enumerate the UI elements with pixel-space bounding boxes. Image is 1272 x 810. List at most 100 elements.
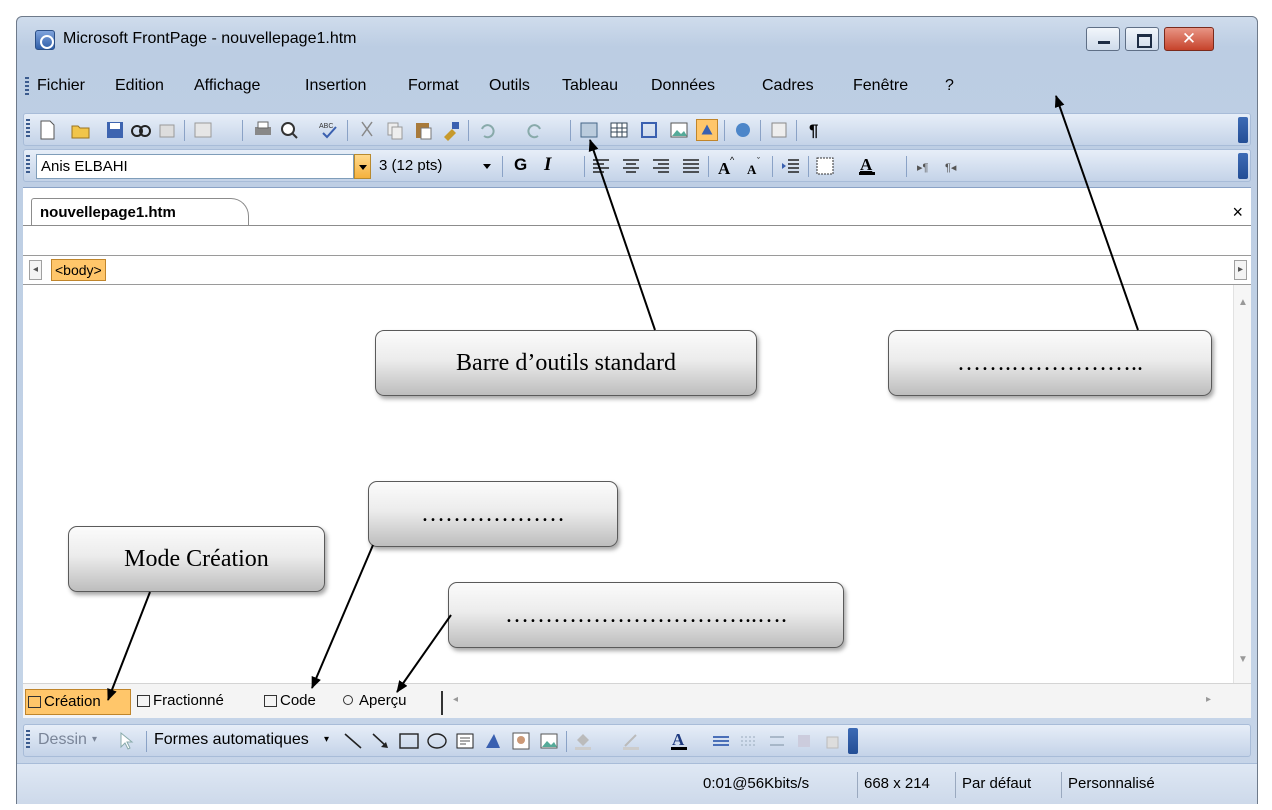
hyperlink-icon[interactable] xyxy=(732,119,754,141)
spelling-icon[interactable]: ABC xyxy=(318,119,340,141)
view-split-tab[interactable]: Fractionné xyxy=(135,689,224,715)
font-color-icon[interactable]: A xyxy=(668,730,690,752)
open-folder-icon[interactable] xyxy=(70,119,92,141)
ltr-direction-icon[interactable]: ▸¶ xyxy=(914,155,936,177)
status-compat-mode[interactable]: Personnalisé xyxy=(1061,772,1161,798)
font-size-dropdown-button[interactable] xyxy=(479,154,496,179)
picture-icon[interactable] xyxy=(538,730,560,752)
toolbar-options-icon[interactable] xyxy=(1238,117,1248,143)
scroll-left-icon[interactable]: ◂ xyxy=(453,694,458,705)
menu-insertion[interactable]: Insertion xyxy=(305,77,366,95)
rectangle-icon[interactable] xyxy=(398,730,420,752)
document-tab[interactable]: nouvellepage1.htm xyxy=(31,198,249,226)
format-painter-icon[interactable] xyxy=(440,119,462,141)
tag-scroll-left-icon[interactable]: ◂ xyxy=(29,260,42,280)
shadow-style-icon[interactable] xyxy=(794,730,816,752)
justify-icon[interactable] xyxy=(680,155,702,177)
menu-donnees[interactable]: Données xyxy=(651,77,715,95)
cut-icon[interactable] xyxy=(356,119,378,141)
menu-affichage[interactable]: Affichage xyxy=(194,77,260,95)
paste-icon[interactable] xyxy=(412,119,434,141)
menu-tableau[interactable]: Tableau xyxy=(562,77,618,95)
save-icon[interactable] xyxy=(104,119,126,141)
textbox-icon[interactable] xyxy=(454,730,476,752)
line-icon[interactable] xyxy=(342,730,364,752)
menu-fenetre[interactable]: Fenêtre xyxy=(853,77,908,95)
view-preview-tab[interactable]: Aperçu xyxy=(341,689,407,715)
menu-cadres[interactable]: Cadres xyxy=(762,77,814,95)
folder-list-icon[interactable] xyxy=(192,119,214,141)
align-right-icon[interactable] xyxy=(650,155,672,177)
3d-style-icon[interactable] xyxy=(822,730,844,752)
insert-table-icon[interactable] xyxy=(608,119,630,141)
scroll-up-icon[interactable]: ▲ xyxy=(1238,297,1248,308)
toolbar-options-icon[interactable] xyxy=(1238,153,1248,179)
bold-button[interactable]: G xyxy=(514,155,527,175)
draw-menu-button[interactable]: Dessin xyxy=(38,731,87,749)
search-icon[interactable] xyxy=(130,119,152,141)
decrease-font-icon[interactable]: Aˇ xyxy=(744,155,766,177)
font-name-dropdown-button[interactable] xyxy=(354,154,371,179)
publish-icon[interactable] xyxy=(156,119,178,141)
font-name-field[interactable]: Anis ELBAHI xyxy=(36,154,354,179)
toolbar-grip[interactable] xyxy=(26,730,30,750)
toolbar-options-icon[interactable] xyxy=(848,728,858,754)
dash-style-icon[interactable] xyxy=(738,730,760,752)
insert-layer-icon[interactable] xyxy=(638,119,660,141)
close-document-icon[interactable]: × xyxy=(1232,202,1243,223)
align-center-icon[interactable] xyxy=(620,155,642,177)
copy-icon[interactable] xyxy=(384,119,406,141)
menu-edition[interactable]: Edition xyxy=(115,77,164,95)
maximize-button[interactable] xyxy=(1125,27,1159,51)
fill-color-icon[interactable] xyxy=(572,730,594,752)
close-icon: ✕ xyxy=(1181,29,1197,48)
insert-picture-icon[interactable] xyxy=(668,119,690,141)
clipart-icon[interactable] xyxy=(510,730,532,752)
oval-icon[interactable] xyxy=(426,730,448,752)
line-style-icon[interactable] xyxy=(710,730,732,752)
line-color-icon[interactable] xyxy=(620,730,642,752)
redo-icon[interactable] xyxy=(524,119,546,141)
menu-outils[interactable]: Outils xyxy=(489,77,530,95)
font-size-field[interactable]: 3 (12 pts) xyxy=(375,154,476,179)
arrow-icon[interactable] xyxy=(370,730,392,752)
view-code-tab[interactable]: Code xyxy=(262,689,316,715)
italic-button[interactable]: I xyxy=(544,154,551,176)
autoshapes-menu-button[interactable]: Formes automatiques xyxy=(154,731,309,749)
toolbar-grip[interactable] xyxy=(26,155,30,175)
status-page-size[interactable]: 668 x 214 xyxy=(857,772,936,798)
select-objects-icon[interactable] xyxy=(114,730,136,752)
view-creation-tab[interactable]: Création xyxy=(25,689,131,715)
borders-icon[interactable] xyxy=(814,155,836,177)
preview-browser-icon[interactable] xyxy=(278,119,300,141)
arrow-style-icon[interactable] xyxy=(766,730,788,752)
scroll-right-icon[interactable]: ▸ xyxy=(1206,694,1211,705)
drawing-icon[interactable] xyxy=(696,119,718,141)
web-component-icon[interactable] xyxy=(578,119,600,141)
close-window-button[interactable]: ✕ xyxy=(1164,27,1214,51)
wordart-icon[interactable] xyxy=(482,730,504,752)
rtl-direction-icon[interactable]: ¶◂ xyxy=(942,155,964,177)
show-all-icon[interactable]: ¶ xyxy=(804,119,826,141)
status-style[interactable]: Par défaut xyxy=(955,772,1037,798)
tag-body-button[interactable]: <body> xyxy=(51,259,106,281)
menubar-grip[interactable] xyxy=(25,77,29,97)
print-icon[interactable] xyxy=(252,119,274,141)
refresh-icon[interactable] xyxy=(768,119,790,141)
scroll-down-icon[interactable]: ▼ xyxy=(1238,654,1248,665)
align-left-icon[interactable] xyxy=(590,155,612,177)
minimize-button[interactable] xyxy=(1086,27,1120,51)
tag-scroll-right-icon[interactable]: ▸ xyxy=(1234,260,1247,280)
frontpage-app-icon[interactable] xyxy=(35,30,55,50)
toolbar-grip[interactable] xyxy=(26,119,30,139)
indent-icon[interactable] xyxy=(780,155,802,177)
menu-help[interactable]: ? xyxy=(945,77,954,95)
font-color-icon[interactable]: A xyxy=(856,155,878,177)
increase-font-icon[interactable]: A ^ xyxy=(716,155,738,177)
menu-format[interactable]: Format xyxy=(408,77,459,95)
vertical-scrollbar[interactable]: ▲ ▼ xyxy=(1233,285,1251,683)
new-page-icon[interactable] xyxy=(36,119,58,141)
horizontal-scroll-splitter[interactable] xyxy=(441,691,443,715)
undo-icon[interactable] xyxy=(476,119,498,141)
menu-fichier[interactable]: Fichier xyxy=(37,77,85,95)
